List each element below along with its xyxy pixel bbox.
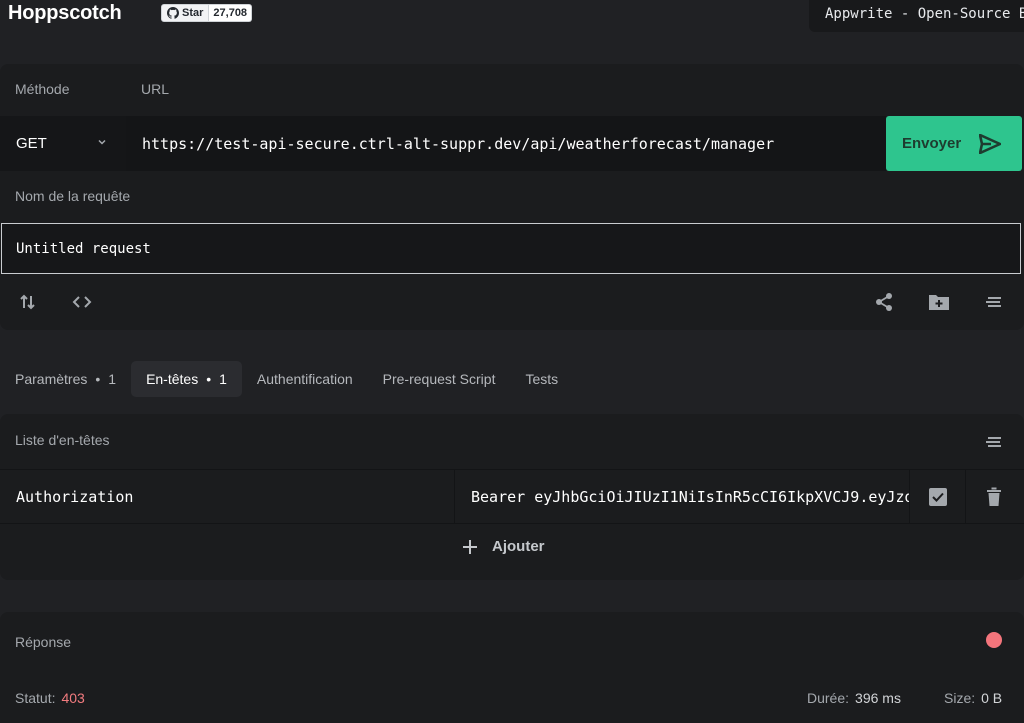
request-name-input[interactable]: Untitled request bbox=[1, 223, 1021, 274]
checkbox-checked-icon bbox=[928, 488, 947, 506]
send-button-label: Envoyer bbox=[902, 135, 962, 152]
response-title: Réponse bbox=[15, 634, 72, 650]
sponsor-banner[interactable]: Appwrite - Open-Source Ba bbox=[809, 0, 1024, 32]
url-input[interactable]: https://test-api-secure.ctrl-alt-suppr.d… bbox=[126, 116, 886, 171]
duration-stat: Durée: 396 ms bbox=[807, 690, 901, 706]
tab-headers[interactable]: En-têtes • 1 bbox=[131, 361, 242, 397]
status-stat: Statut: 403 bbox=[15, 690, 85, 706]
tab-headers-label: En-têtes bbox=[146, 371, 199, 387]
header-value-input[interactable]: Bearer eyJhbGciOiJIUzI1NiIsInR5cCI6IkpXV… bbox=[456, 470, 910, 524]
duration-value: 396 ms bbox=[855, 690, 901, 706]
headers-panel: Liste d'en-têtes Authorization Bearer ey… bbox=[0, 414, 1024, 580]
tab-headers-count: 1 bbox=[219, 371, 227, 387]
dot-separator: • bbox=[206, 371, 212, 387]
menu-lines-icon[interactable] bbox=[982, 290, 1006, 314]
github-star-button[interactable]: Star bbox=[161, 4, 210, 22]
method-label: Méthode bbox=[15, 81, 70, 97]
size-stat: Size: 0 B bbox=[944, 690, 1002, 706]
request-name-label: Nom de la requête bbox=[15, 188, 131, 204]
github-star-count[interactable]: 27,708 bbox=[209, 4, 253, 22]
request-panel: Méthode URL GET https://test-api-secure.… bbox=[0, 64, 1024, 330]
trash-icon bbox=[987, 487, 1001, 506]
import-curl-icon[interactable] bbox=[16, 290, 40, 314]
status-label: Statut: bbox=[15, 690, 56, 706]
url-label: URL bbox=[141, 81, 170, 97]
tab-parameters-count: 1 bbox=[108, 371, 117, 387]
header-enabled-checkbox[interactable] bbox=[910, 470, 966, 524]
dot-separator: • bbox=[95, 371, 101, 387]
share-icon[interactable] bbox=[872, 290, 896, 314]
method-value: GET bbox=[16, 135, 47, 152]
send-button[interactable]: Envoyer bbox=[886, 116, 1022, 171]
response-panel: Réponse Statut: 403 Durée: 396 ms Size: 0 B bbox=[0, 612, 1024, 723]
request-tabs: Paramètres • 1 En-têtes • 1 Authentifica… bbox=[0, 361, 573, 397]
size-label: Size: bbox=[944, 690, 976, 706]
tab-parameters-label: Paramètres bbox=[15, 371, 88, 387]
headers-menu-icon[interactable] bbox=[982, 430, 1006, 454]
chevron-down-icon bbox=[98, 139, 106, 145]
github-star-label: Star bbox=[182, 7, 204, 19]
top-bar: Hoppscotch Star 27,708 Appwrite - Open-S… bbox=[0, 0, 1024, 40]
add-header-button[interactable]: Ajouter bbox=[462, 538, 545, 555]
headers-list-title: Liste d'en-têtes bbox=[15, 432, 110, 448]
table-row: Authorization Bearer eyJhbGciOiJIUzI1NiI… bbox=[0, 469, 1024, 524]
size-value: 0 B bbox=[981, 690, 1003, 706]
status-indicator-dot bbox=[986, 632, 1002, 648]
code-icon[interactable] bbox=[70, 290, 94, 314]
github-star-widget[interactable]: Star 27,708 bbox=[161, 4, 253, 22]
save-to-collection-icon[interactable] bbox=[927, 290, 951, 314]
github-icon bbox=[167, 7, 179, 19]
tab-parameters[interactable]: Paramètres • 1 bbox=[0, 361, 131, 397]
app-logo[interactable]: Hoppscotch bbox=[8, 2, 122, 25]
method-select[interactable]: GET bbox=[0, 116, 126, 171]
add-header-label: Ajouter bbox=[492, 538, 545, 555]
tab-pre-request-script[interactable]: Pre-request Script bbox=[368, 361, 511, 397]
header-delete-button[interactable] bbox=[966, 470, 1022, 524]
status-value: 403 bbox=[61, 690, 85, 706]
plus-icon bbox=[463, 539, 477, 554]
tab-tests[interactable]: Tests bbox=[510, 361, 573, 397]
send-icon bbox=[979, 133, 1002, 154]
tab-authentication[interactable]: Authentification bbox=[242, 361, 368, 397]
duration-label: Durée: bbox=[807, 690, 850, 706]
header-key-input[interactable]: Authorization bbox=[0, 470, 455, 524]
